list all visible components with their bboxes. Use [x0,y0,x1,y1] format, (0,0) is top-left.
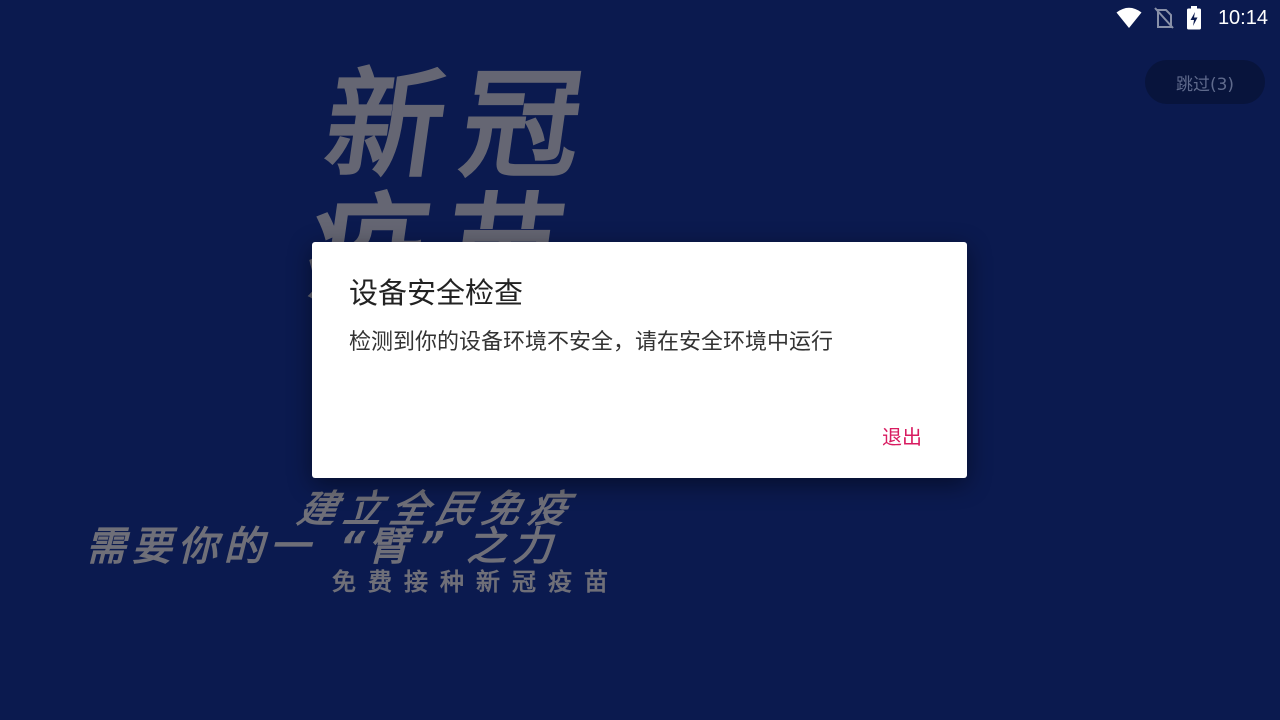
no-sim-icon [1154,7,1174,29]
poster-slogan-line3: 免费接种新冠疫苗 [332,568,620,596]
status-bar: 10:14 [1116,0,1280,36]
poster-headline-row1: 新冠 [317,55,609,194]
splash-screen: 新冠 疫苗 建立全民免疫 需要你的一 “臂” 之力 免费接种新冠疫苗 10:14 [0,0,1280,720]
skip-button[interactable]: 跳过(3) [1145,60,1265,104]
status-time: 10:14 [1217,6,1268,29]
dialog-title: 设备安全检查 [349,276,524,310]
dialog-message: 检测到你的设备环境不安全，请在安全环境中运行 [349,330,834,355]
exit-button[interactable]: 退出 [882,421,922,450]
poster-slogan-line2: 需要你的一 “臂” 之力 [83,524,568,570]
battery-charging-icon [1186,6,1202,30]
security-check-dialog: 设备安全检查 检测到你的设备环境不安全，请在安全环境中运行 退出 [312,242,967,478]
poster-slogan-line1: 建立全民免疫 [293,487,581,531]
wifi-icon [1116,7,1142,29]
